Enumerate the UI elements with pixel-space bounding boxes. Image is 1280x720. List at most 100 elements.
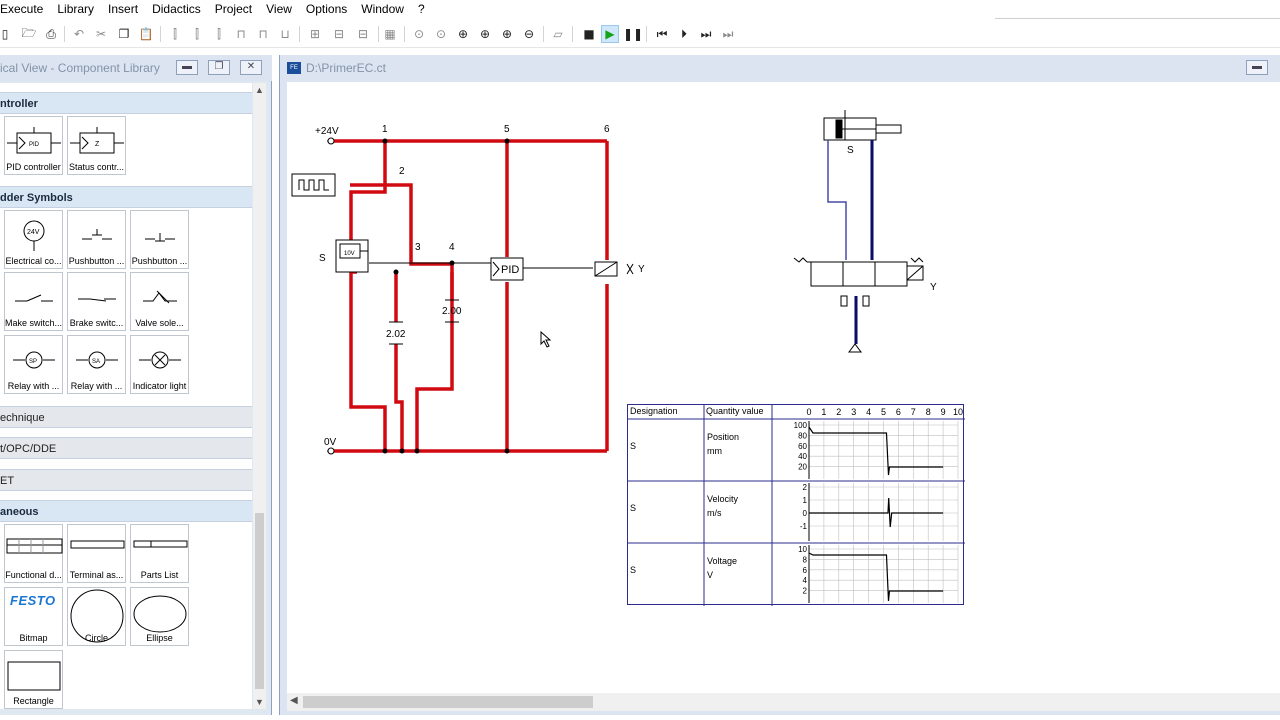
step-forward-icon[interactable]: ⏭ xyxy=(697,25,715,43)
menu-insert[interactable]: Insert xyxy=(101,0,145,18)
x-tick-label: 6 xyxy=(896,407,901,417)
pneumatic-cylinder xyxy=(823,110,902,141)
paste-icon[interactable]: 📋 xyxy=(137,25,155,43)
toolbar: ▯ 🗁 ⎙ ↶ ✂ ❐ 📋 ⫿ ⫿ ⫿ ⊓ ⊓ ⊔ ⊞ ⊟ ⊟ ▦ ⊙ ⊙ ⊕ … xyxy=(0,20,1280,48)
circuit-titlebar: FE D:\PrimerEC.ct ▬ xyxy=(280,55,1280,81)
pulse-generator xyxy=(291,173,336,197)
tile-electrical-connection[interactable]: 24V Electrical co... xyxy=(4,210,63,269)
circuit-canvas[interactable]: 10V PID 2.02 2.00 +24V 0V 1 2 3 4 5 6 S … xyxy=(287,82,1280,693)
distribute-v-icon[interactable]: ⊟ xyxy=(330,25,348,43)
menu-help[interactable]: ? xyxy=(411,0,432,18)
pause-icon[interactable]: ❚❚ xyxy=(623,25,643,43)
tile-brake-switch[interactable]: Brake switc... xyxy=(67,272,126,331)
restore-button[interactable]: ❐ xyxy=(208,60,230,75)
tile-bitmap[interactable]: FESTO Bitmap xyxy=(4,587,63,646)
scroll-left-icon[interactable]: ◀ xyxy=(290,695,298,706)
svg-text:5: 5 xyxy=(504,124,510,135)
tile-parts-list[interactable]: Parts List xyxy=(130,524,189,583)
scroll-up-icon[interactable]: ▲ xyxy=(253,83,266,97)
state-diagram[interactable]: 0 1 2 3 4 5 6 7 8 9 10 100 80 60 40 20 2 1 0 -1 10 8 6 4 2 Desi… xyxy=(627,404,965,606)
zoom-page-icon[interactable]: ⊕ xyxy=(476,25,494,43)
step-icon[interactable]: ⏵ xyxy=(675,25,693,43)
row-designation: S xyxy=(630,565,637,575)
distribute-h-icon[interactable]: ⊟ xyxy=(354,25,372,43)
proportional-valve-solenoid xyxy=(594,261,634,277)
copy-icon[interactable]: ❐ xyxy=(115,25,133,43)
align-right-icon[interactable]: ⫿ xyxy=(210,25,228,43)
align-top-icon[interactable]: ⊓ xyxy=(232,25,250,43)
tile-ellipse[interactable]: Ellipse xyxy=(130,587,189,646)
festo-logo: FESTO xyxy=(10,593,56,608)
horizontal-scrollbar[interactable]: ◀ xyxy=(287,693,1280,711)
menu-project[interactable]: Project xyxy=(208,0,259,18)
library-scrollbar[interactable]: ▲ ▼ xyxy=(253,83,266,709)
menu-options[interactable]: Options xyxy=(299,0,354,18)
minimize-button[interactable]: ▬ xyxy=(1246,60,1268,75)
tile-indicator-light[interactable]: Indicator light xyxy=(130,335,189,394)
scroll-down-icon[interactable]: ▼ xyxy=(253,695,266,709)
tile-status-controller[interactable]: Z Status contr... xyxy=(67,116,126,175)
diagram-curve xyxy=(808,426,944,476)
print-icon[interactable]: ⎙ xyxy=(42,25,60,43)
row-quantity: Voltage xyxy=(707,556,738,566)
minimize-button[interactable]: ▬ xyxy=(176,60,198,75)
reset-icon[interactable]: ⏮ xyxy=(653,25,671,43)
tile-valve-solenoid[interactable]: Valve sole... xyxy=(130,272,189,331)
menu-view[interactable]: View xyxy=(259,0,299,18)
category-miscellaneous[interactable]: aneous xyxy=(0,500,252,522)
play-icon[interactable]: ▶ xyxy=(601,25,619,43)
mouse-cursor-icon xyxy=(540,330,552,348)
grid-icon[interactable]: ▦ xyxy=(381,25,399,43)
tile-pid-controller[interactable]: PID PID controller xyxy=(4,116,63,175)
tile-pushbutton-1[interactable]: Pushbutton ... xyxy=(67,210,126,269)
open-icon[interactable]: 🗁 xyxy=(20,25,38,43)
check-icon[interactable]: ▱ xyxy=(549,25,567,43)
row-designation: S xyxy=(630,503,637,513)
y-tick-label: 2 xyxy=(803,483,808,492)
align-center-icon[interactable]: ⫿ xyxy=(188,25,206,43)
category-et[interactable]: ET xyxy=(0,469,252,491)
zoom-in-icon[interactable]: ⊕ xyxy=(498,25,516,43)
menu-window[interactable]: Window xyxy=(354,0,411,18)
new-icon[interactable]: ▯ xyxy=(0,25,14,43)
close-button[interactable]: ✕ xyxy=(240,60,262,75)
tile-rectangle[interactable]: Rectangle xyxy=(4,650,63,709)
category-ladder-symbols[interactable]: dder Symbols xyxy=(0,186,252,208)
menu-library[interactable]: Library xyxy=(50,0,101,18)
proportional-valve xyxy=(793,257,924,353)
align-left-icon[interactable]: ⫿ xyxy=(166,25,184,43)
tile-pushbutton-2[interactable]: Pushbutton ... xyxy=(130,210,189,269)
menu-didactics[interactable]: Didactics xyxy=(145,0,208,18)
tile-relay-1[interactable]: SP Relay with ... xyxy=(4,335,63,394)
category-technique[interactable]: echnique xyxy=(0,406,252,428)
relay-symbol: SP xyxy=(13,351,55,369)
tile-terminal-assignment[interactable]: Terminal as... xyxy=(67,524,126,583)
align-bottom-icon[interactable]: ⊔ xyxy=(276,25,294,43)
category-controller[interactable]: ntroller xyxy=(0,92,252,114)
zoom-out-icon[interactable]: ⊖ xyxy=(520,25,538,43)
undo-icon[interactable]: ↶ xyxy=(70,25,88,43)
row-quantity: Velocity xyxy=(707,494,739,504)
zoom-window-icon[interactable]: ⊙ xyxy=(432,25,450,43)
category-opc-dde[interactable]: t/OPC/DDE xyxy=(0,437,252,459)
scroll-thumb[interactable] xyxy=(303,696,593,708)
y-tick-label: 8 xyxy=(803,555,808,564)
indicator-light-symbol xyxy=(139,351,181,369)
tile-circle[interactable]: Circle xyxy=(67,587,126,646)
tile-make-switch[interactable]: Make switch... xyxy=(4,272,63,331)
y-tick-label: -1 xyxy=(800,522,808,531)
tile-relay-2[interactable]: SA Relay with ... xyxy=(67,335,126,394)
zoom-full-icon[interactable]: ⊕ xyxy=(454,25,472,43)
zoom-fit-icon[interactable]: ⊙ xyxy=(410,25,428,43)
fast-forward-icon[interactable]: ⏭ xyxy=(719,25,737,43)
tile-functional-diagram[interactable]: Functional d... xyxy=(4,524,63,583)
align-middle-icon[interactable]: ⊓ xyxy=(254,25,272,43)
scroll-thumb[interactable] xyxy=(255,513,264,689)
y-tick-label: 80 xyxy=(798,431,807,440)
menu-execute[interactable]: Execute xyxy=(0,0,50,18)
festo-doc-icon: FE xyxy=(287,62,301,74)
stop-icon[interactable]: ■ xyxy=(580,25,598,43)
x-tick-label: 9 xyxy=(941,407,946,417)
cut-icon[interactable]: ✂ xyxy=(92,25,110,43)
distribute-icon[interactable]: ⊞ xyxy=(306,25,324,43)
